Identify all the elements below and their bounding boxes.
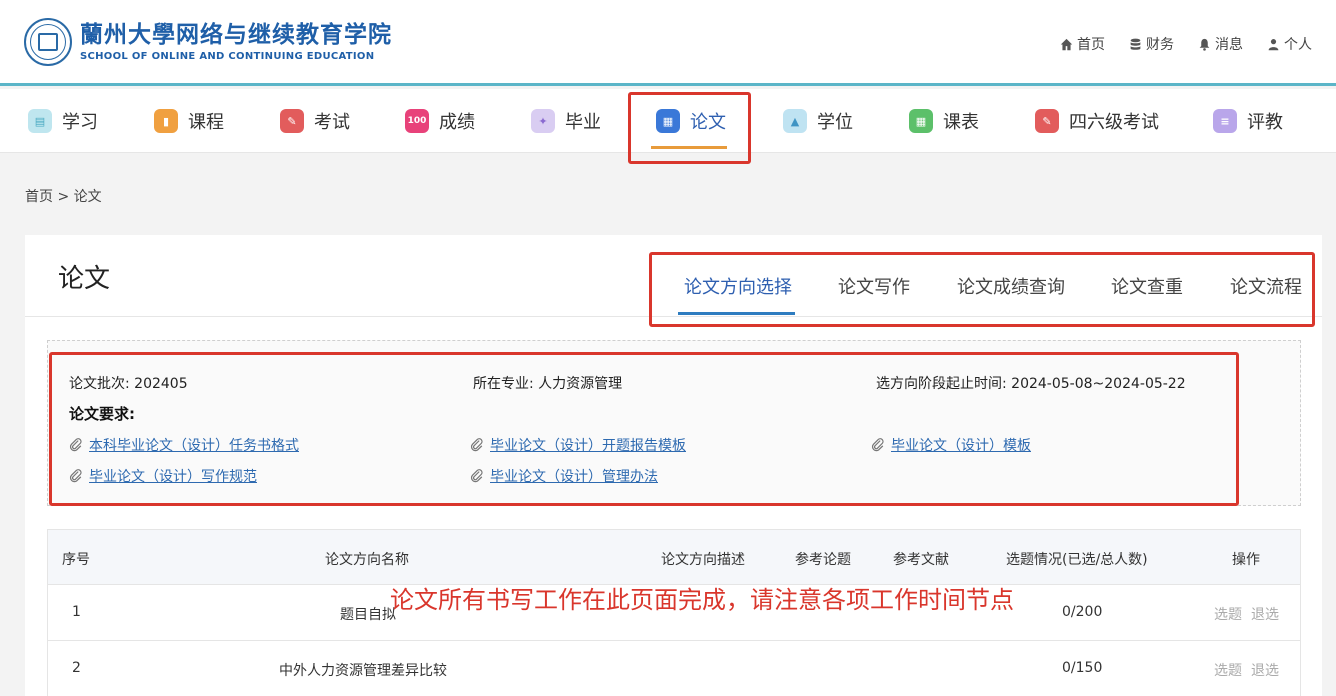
nav-degree[interactable]: ▲ 学位 (783, 105, 853, 137)
col-header-description: 论文方向描述 (661, 552, 745, 568)
pencil-icon: ✎ (1035, 109, 1059, 133)
tab-process[interactable]: 论文流程 (1230, 273, 1302, 299)
breadcrumb: 首页 > 论文 (25, 189, 102, 205)
thesis-batch: 论文批次: 202405 (69, 376, 188, 392)
topnav-personal-label: 个人 (1284, 37, 1312, 53)
site-header: 蘭州大學网络与继续教育学院 SCHOOL OF ONLINE AND CONTI… (0, 0, 1336, 86)
row-name: 题目自拟 (340, 607, 396, 623)
topnav-finance-label: 财务 (1146, 37, 1174, 53)
annotation-note: 论文所有书写工作在此页面完成，请注意各项工作时间节点 (390, 586, 1014, 614)
tab-plagiarism-check[interactable]: 论文查重 (1111, 273, 1183, 299)
select-topic-button[interactable]: 选题 (1214, 604, 1242, 624)
nav-graduation[interactable]: ✦ 毕业 (531, 105, 601, 137)
nav-cet-exam[interactable]: ✎ 四六级考试 (1035, 105, 1159, 137)
bookmark-icon: ▮ (154, 109, 178, 133)
select-topic-button[interactable]: 选题 (1214, 660, 1242, 680)
page-title: 论文 (58, 264, 111, 294)
nav-schedule-label: 课表 (943, 112, 979, 133)
nav-thesis-label: 论文 (690, 112, 726, 133)
nav-evaluation-label: 评教 (1247, 112, 1283, 133)
book-open-icon: ▤ (28, 109, 52, 133)
graduation-cap-icon: ▲ (783, 109, 807, 133)
user-icon (1268, 38, 1279, 50)
topnav-messages[interactable]: 消息 (1198, 34, 1243, 54)
row-selection-count: 0/150 (1062, 660, 1103, 676)
topnav-messages-label: 消息 (1215, 37, 1243, 53)
logo-chinese-name: 蘭州大學网络与继续教育学院 (80, 21, 392, 48)
col-header-name: 论文方向名称 (325, 552, 409, 568)
doc-link-proposal-template[interactable]: 毕业论文（设计）开题报告模板 (470, 435, 686, 455)
row-selection-count: 0/200 (1062, 604, 1103, 620)
nav-evaluation[interactable]: ≡ 评教 (1213, 105, 1283, 137)
nav-grades-label: 成绩 (439, 112, 475, 133)
nav-graduation-label: 毕业 (565, 112, 601, 133)
tabs-divider (25, 316, 1322, 317)
paperclip-icon (470, 438, 483, 452)
certificate-icon: ✦ (531, 109, 555, 133)
chat-list-icon: ≡ (1213, 109, 1237, 133)
paperclip-icon (871, 438, 884, 452)
nav-study[interactable]: ▤ 学习 (28, 105, 98, 137)
nav-course-label: 课程 (188, 112, 224, 133)
doc-link-task-format[interactable]: 本科毕业论文（设计）任务书格式 (69, 435, 299, 455)
selection-period: 选方向阶段起止时间: 2024-05-08~2024-05-22 (876, 376, 1186, 392)
bell-icon (1199, 38, 1210, 51)
withdraw-topic-button[interactable]: 退选 (1251, 660, 1279, 680)
withdraw-topic-button[interactable]: 退选 (1251, 604, 1279, 624)
row-no: 2 (72, 660, 81, 676)
tab-score-query[interactable]: 论文成绩查询 (957, 273, 1065, 299)
col-header-references: 参考文献 (893, 552, 949, 568)
site-logo[interactable]: 蘭州大學网络与继续教育学院 SCHOOL OF ONLINE AND CONTI… (24, 18, 392, 66)
row-name: 中外人力资源管理差异比较 (279, 663, 447, 679)
col-header-no: 序号 (62, 552, 90, 568)
requirements-title: 论文要求: (69, 405, 135, 423)
tab-active-underline (678, 312, 795, 315)
topnav-home[interactable]: 首页 (1060, 34, 1105, 54)
nav-course[interactable]: ▮ 课程 (154, 105, 224, 137)
nav-schedule[interactable]: ▦ 课表 (909, 105, 979, 137)
doc-link-label: 毕业论文（设计）管理办法 (490, 469, 658, 485)
pencil-icon: ✎ (280, 109, 304, 133)
doc-link-thesis-template[interactable]: 毕业论文（设计）模板 (871, 435, 1031, 455)
table-header: 序号 论文方向名称 论文方向描述 参考论题 参考文献 选题情况(已选/总人数) … (47, 529, 1301, 585)
database-icon (1130, 38, 1141, 50)
row-no: 1 (72, 604, 81, 620)
topnav-personal[interactable]: 个人 (1267, 34, 1312, 54)
topnav-home-label: 首页 (1077, 37, 1105, 53)
col-header-action: 操作 (1232, 552, 1260, 568)
document-icon: ▦ (656, 109, 680, 133)
thesis-major: 所在专业: 人力资源管理 (473, 376, 623, 392)
score-100-icon: 100 (405, 109, 429, 133)
doc-link-label: 毕业论文（设计）模板 (891, 438, 1031, 454)
paperclip-icon (69, 438, 82, 452)
home-icon (1060, 38, 1073, 50)
col-header-selection: 选题情况(已选/总人数) (1006, 552, 1148, 568)
logo-english-name: SCHOOL OF ONLINE AND CONTINUING EDUCATIO… (80, 51, 375, 62)
nav-study-label: 学习 (62, 112, 98, 133)
nav-degree-label: 学位 (817, 112, 853, 133)
nav-thesis[interactable]: ▦ 论文 (656, 105, 726, 137)
doc-link-management-rules[interactable]: 毕业论文（设计）管理办法 (470, 466, 658, 486)
university-seal-icon (24, 18, 72, 66)
nav-exam[interactable]: ✎ 考试 (280, 105, 350, 137)
paperclip-icon (470, 469, 483, 483)
tab-direction-selection[interactable]: 论文方向选择 (684, 273, 792, 299)
nav-cet-exam-label: 四六级考试 (1069, 112, 1159, 133)
doc-link-label: 毕业论文（设计）写作规范 (89, 469, 257, 485)
nav-grades[interactable]: 100 成绩 (405, 105, 475, 137)
doc-link-label: 毕业论文（设计）开题报告模板 (490, 438, 686, 454)
calendar-icon: ▦ (909, 109, 933, 133)
paperclip-icon (69, 469, 82, 483)
topnav-finance[interactable]: 财务 (1129, 34, 1174, 54)
tab-writing[interactable]: 论文写作 (838, 273, 910, 299)
top-navigation: 首页 财务 消息 个人 (1060, 34, 1312, 54)
nav-active-underline (651, 146, 727, 149)
col-header-topics: 参考论题 (795, 552, 851, 568)
doc-link-label: 本科毕业论文（设计）任务书格式 (89, 438, 299, 454)
nav-exam-label: 考试 (314, 112, 350, 133)
doc-link-writing-standard[interactable]: 毕业论文（设计）写作规范 (69, 466, 257, 486)
table-row: 2 中外人力资源管理差异比较 0/150 选题 退选 (47, 641, 1301, 696)
